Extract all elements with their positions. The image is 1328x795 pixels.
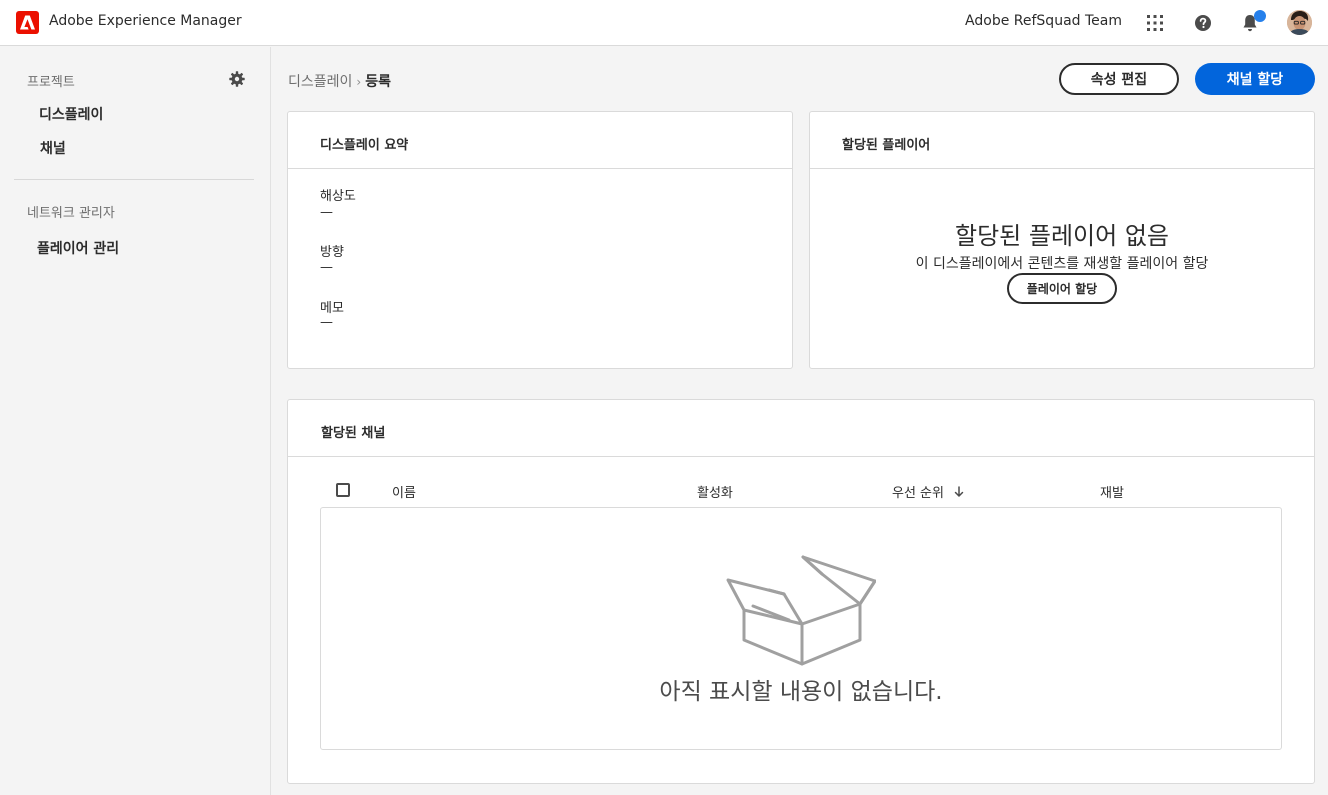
sidebar: 프로젝트 디스플레이 채널 네트워크 관리자 플레이어 관리 (0, 47, 271, 795)
resolution-label: 해상도 (320, 189, 356, 204)
empty-state-title: 할당된 플레이어 없음 (955, 222, 1169, 250)
card-title: 할당된 플레이어 (842, 138, 931, 153)
empty-state-description: 이 디스플레이에서 콘텐츠를 재생할 플레이어 할당 (915, 256, 1209, 272)
breadcrumb-current: 등록 (365, 74, 391, 90)
select-all-checkbox[interactable] (336, 483, 350, 497)
orientation-label: 방향 (320, 245, 344, 260)
top-bar: Adobe Experience Manager Adobe RefSquad … (0, 0, 1328, 46)
adobe-logo-icon[interactable] (16, 11, 39, 34)
edit-properties-button[interactable]: 속성 편집 (1059, 63, 1179, 95)
sidebar-item-player-management[interactable]: 플레이어 관리 (37, 238, 119, 258)
card-divider (810, 168, 1314, 169)
chevron-right-icon: › (356, 75, 362, 89)
empty-box-icon (726, 555, 876, 666)
sidebar-divider (14, 179, 254, 180)
card-divider (288, 456, 1314, 457)
priority-header-label: 우선 순위 (892, 486, 944, 501)
notes-label: 메모 (320, 301, 344, 316)
app-title[interactable]: Adobe Experience Manager (49, 13, 242, 29)
display-summary-card: 디스플레이 요약 해상도 — 방향 — 메모 — (287, 111, 793, 369)
sidebar-section-network: 네트워크 관리자 (27, 206, 115, 221)
assign-channel-button[interactable]: 채널 할당 (1195, 63, 1315, 95)
channels-table-body: 아직 표시할 내용이 없습니다. (320, 507, 1282, 750)
resolution-value: — (320, 205, 333, 220)
sidebar-item-channels[interactable]: 채널 (40, 138, 66, 158)
team-name[interactable]: Adobe RefSquad Team (965, 13, 1122, 29)
column-header-recurrence[interactable]: 재발 (1100, 482, 1124, 501)
assigned-players-card: 할당된 플레이어 할당된 플레이어 없음 이 디스플레이에서 콘텐츠를 재생할 … (809, 111, 1315, 369)
assigned-channels-card: 할당된 채널 이름 활성화 우선 순위 재발 아직 표시할 내용이 없습니다. (287, 399, 1315, 784)
card-title: 디스플레이 요약 (320, 138, 409, 153)
apps-grid-icon[interactable] (1144, 12, 1166, 34)
notification-badge (1254, 10, 1266, 22)
breadcrumb: 디스플레이 › 등록 (288, 71, 391, 91)
column-header-priority[interactable]: 우선 순위 (892, 482, 964, 501)
user-avatar[interactable] (1287, 10, 1312, 35)
settings-gear-icon[interactable] (229, 71, 245, 87)
help-icon[interactable] (1192, 12, 1214, 34)
sort-descending-icon (954, 486, 964, 497)
empty-message: 아직 표시할 내용이 없습니다. (659, 679, 943, 705)
breadcrumb-parent[interactable]: 디스플레이 (288, 74, 352, 90)
card-title: 할당된 채널 (321, 426, 386, 441)
card-divider (288, 168, 792, 169)
column-header-active[interactable]: 활성화 (697, 482, 733, 501)
notes-value: — (320, 315, 333, 330)
assign-player-button[interactable]: 플레이어 할당 (1007, 273, 1117, 304)
sidebar-section-projects: 프로젝트 (27, 75, 75, 90)
column-header-name[interactable]: 이름 (392, 482, 416, 501)
sidebar-item-displays[interactable]: 디스플레이 (39, 104, 103, 124)
orientation-value: — (320, 260, 333, 275)
